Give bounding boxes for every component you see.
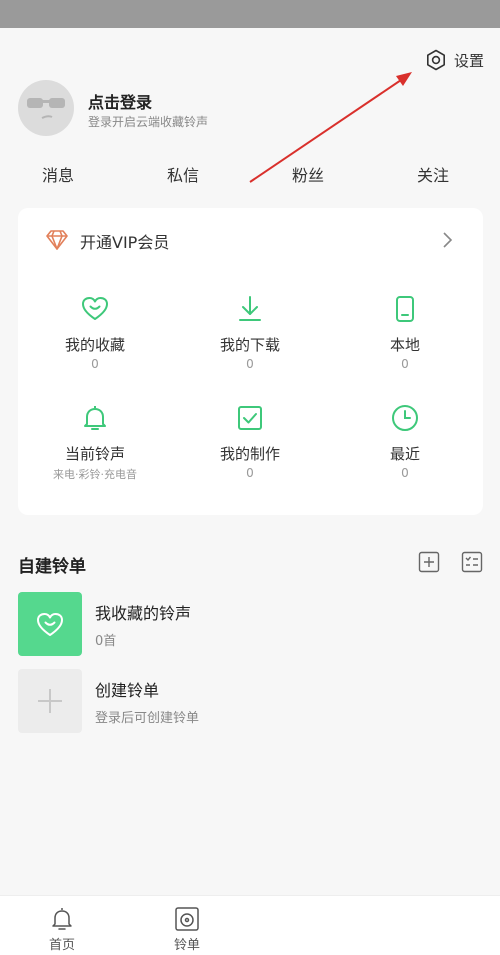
tab-home[interactable]: 首页 (32, 906, 92, 953)
grid-label: 我的收藏 (64, 336, 125, 354)
status-bar (0, 0, 500, 28)
grid-label: 我的下载 (219, 336, 280, 354)
disc-icon (175, 907, 199, 931)
grid-item-my-creations[interactable]: 我的制作 0 (190, 403, 310, 480)
grid-item-recent[interactable]: 最近 0 (345, 403, 465, 480)
settings-label: 设置 (453, 51, 484, 70)
grid-item-current-ringtone[interactable]: 当前铃声 来电·彩铃·充电音 (35, 403, 155, 482)
playlist-thumb (18, 592, 82, 656)
vip-label: 开通VIP会员 (80, 233, 170, 252)
avatar-sunglasses-icon (27, 98, 65, 119)
grid-label: 本地 (389, 336, 420, 354)
checkbox-icon (238, 406, 262, 430)
bell-icon (52, 908, 72, 930)
add-playlist-icon[interactable] (418, 551, 440, 573)
grid-label: 我的制作 (219, 445, 280, 463)
heart-smile-icon (37, 613, 63, 636)
heart-smile-icon (82, 297, 108, 320)
grid-count: 0 (246, 357, 254, 371)
playlist-subtitle: 0首 (95, 634, 117, 649)
tab-playlists[interactable]: 铃单 (157, 906, 217, 953)
social-item-following[interactable]: 关注 (417, 162, 449, 186)
playlist-item-favorites[interactable]: 我收藏的铃声 0首 (18, 592, 483, 658)
grid-count: 0 (401, 466, 409, 480)
playlist-thumb (18, 669, 82, 733)
grid-count: 0 (246, 466, 254, 480)
grid-item-local[interactable]: 本地 0 (345, 294, 465, 371)
bell-icon (84, 406, 106, 430)
section-title: 自建铃单 (18, 557, 86, 577)
manage-playlist-icon[interactable] (461, 551, 483, 573)
avatar[interactable] (18, 80, 74, 136)
social-item-fans[interactable]: 粉丝 (292, 162, 324, 186)
feature-card: 开通VIP会员 我的收藏 0 我的下载 0 本地 0 当前铃声 来电·彩铃·充电… (18, 208, 483, 515)
playlist-title: 创建铃单 (95, 681, 160, 700)
playlist-subtitle: 登录后可创建铃单 (95, 711, 200, 726)
social-row: 消息 私信 粉丝 关注 (0, 162, 500, 186)
login-subtitle: 登录开启云端收藏铃声 (88, 115, 209, 129)
grid-sub: 来电·彩铃·充电音 (53, 468, 137, 481)
phone-icon (396, 296, 414, 322)
grid-label: 当前铃声 (64, 445, 125, 463)
playlist-item-create[interactable]: 创建铃单 登录后可创建铃单 (18, 669, 483, 735)
tab-label: 铃单 (173, 938, 200, 953)
bottom-tab-bar: 首页 铃单 (0, 895, 500, 955)
settings-button[interactable]: 设置 (424, 48, 484, 72)
diamond-icon (46, 230, 68, 250)
chevron-right-icon (443, 232, 453, 248)
clock-icon (392, 405, 418, 431)
download-icon (239, 296, 261, 321)
grid-count: 0 (91, 357, 99, 371)
vip-row[interactable]: 开通VIP会员 (18, 208, 483, 272)
social-item-private-messages[interactable]: 私信 (167, 162, 199, 186)
grid-item-favorites[interactable]: 我的收藏 0 (35, 294, 155, 371)
grid-count: 0 (401, 357, 409, 371)
login-title[interactable]: 点击登录 (88, 89, 152, 113)
gear-icon (426, 49, 445, 71)
social-item-messages[interactable]: 消息 (42, 162, 74, 186)
playlist-title: 我收藏的铃声 (95, 604, 192, 623)
grid-label: 最近 (389, 445, 420, 463)
plus-icon (38, 689, 62, 713)
grid-item-downloads[interactable]: 我的下载 0 (190, 294, 310, 371)
tab-label: 首页 (48, 938, 75, 953)
